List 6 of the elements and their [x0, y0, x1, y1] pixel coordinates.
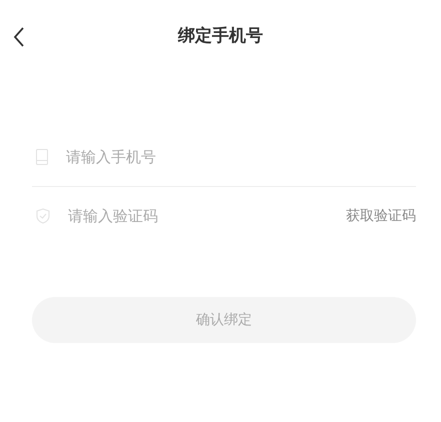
shield-check-icon	[36, 208, 50, 224]
code-field[interactable]: 请输入验证码	[68, 207, 328, 225]
page-title: 绑定手机号	[178, 24, 263, 46]
phone-icon	[36, 149, 48, 165]
phone-field[interactable]: 请输入手机号	[66, 148, 416, 166]
get-code-link[interactable]: 获取验证码	[346, 207, 416, 225]
